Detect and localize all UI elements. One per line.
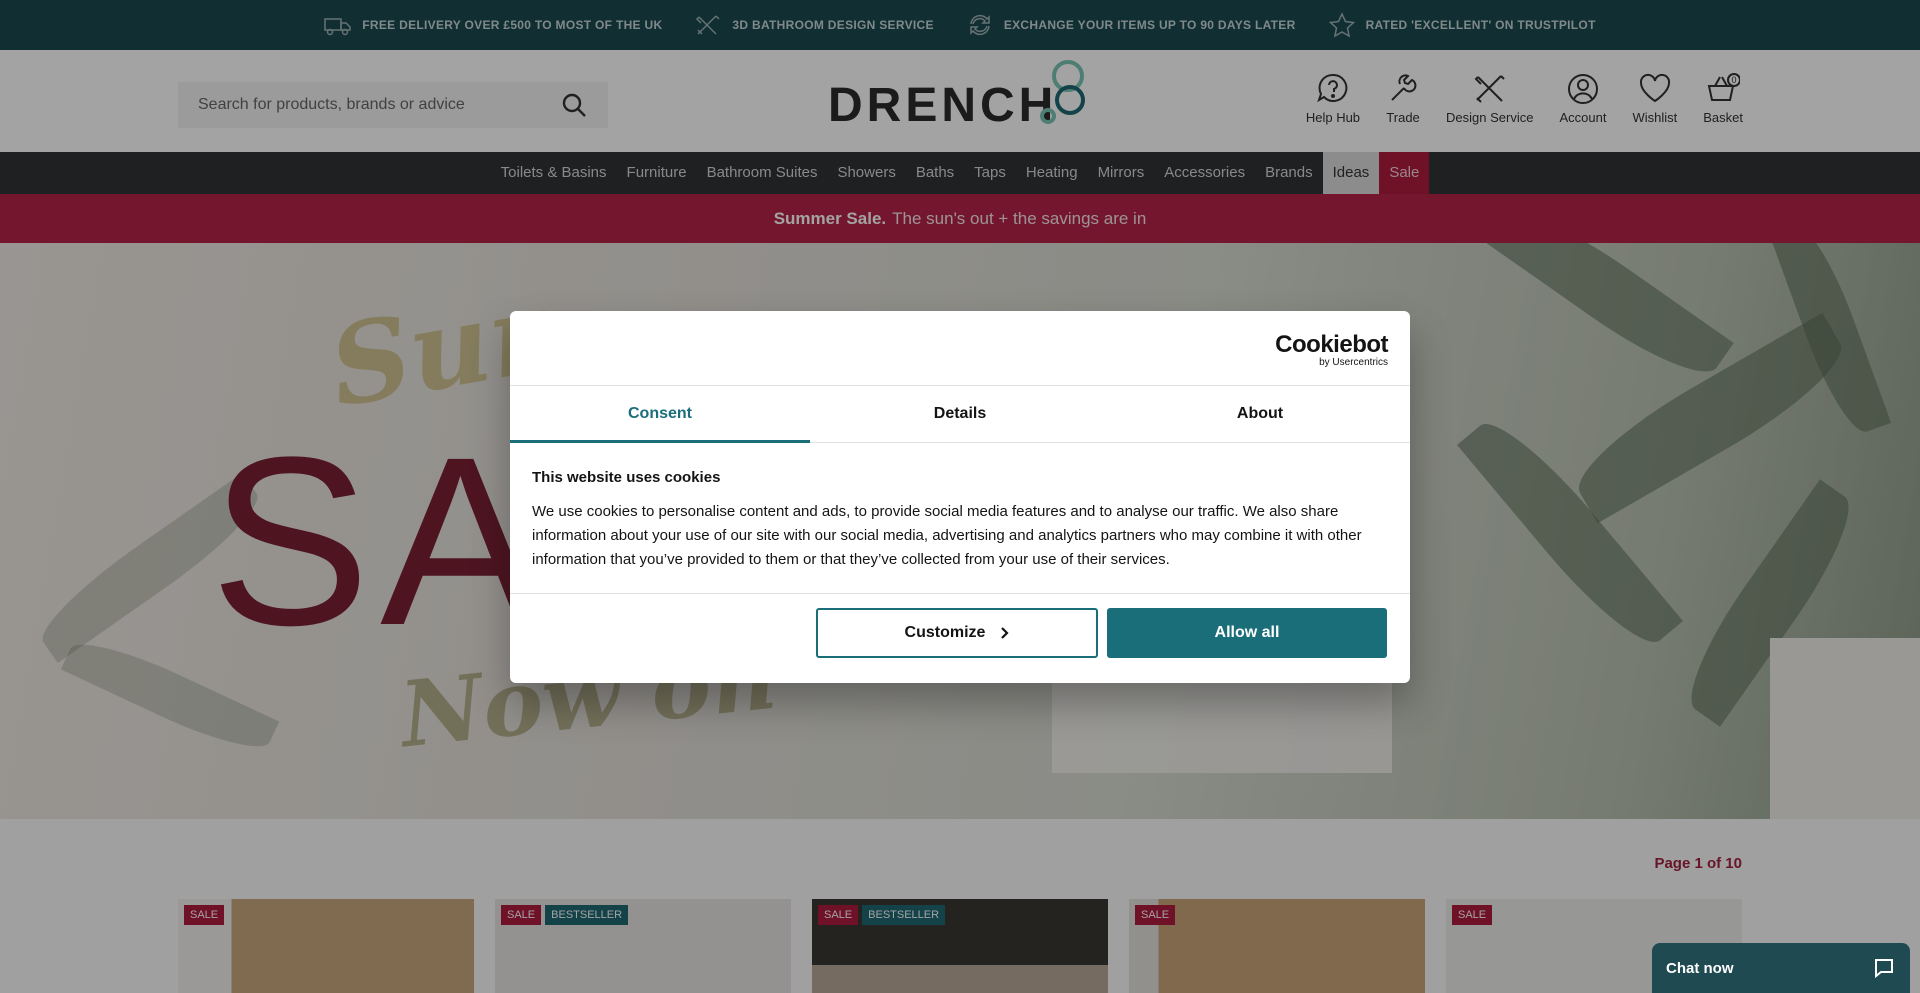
chevron-right-icon bbox=[1001, 627, 1010, 639]
cookiebot-logo: Cookiebot by Usercentrics bbox=[1275, 331, 1388, 368]
cookie-footer: Customize Allow all bbox=[510, 593, 1410, 683]
cookie-description: We use cookies to personalise content an… bbox=[532, 503, 1362, 568]
customize-button[interactable]: Customize bbox=[816, 608, 1098, 658]
cookie-body: This website uses cookies We use cookies… bbox=[532, 469, 1388, 572]
tab-consent[interactable]: Consent bbox=[510, 386, 810, 443]
tab-about[interactable]: About bbox=[1110, 386, 1410, 442]
cookie-tabs: Consent Details About bbox=[510, 385, 1410, 443]
cookie-heading: This website uses cookies bbox=[532, 469, 721, 486]
cookie-consent-dialog: Cookiebot by Usercentrics Consent Detail… bbox=[510, 311, 1410, 683]
chat-widget[interactable]: Chat now bbox=[1652, 943, 1910, 993]
customize-label: Customize bbox=[904, 624, 986, 641]
tab-details[interactable]: Details bbox=[810, 386, 1110, 442]
allow-all-button[interactable]: Allow all bbox=[1107, 608, 1387, 658]
chat-bubble-icon bbox=[1875, 959, 1893, 979]
chat-label: Chat now bbox=[1666, 959, 1734, 977]
cookiebot-logo-text: Cookiebot bbox=[1275, 331, 1388, 358]
